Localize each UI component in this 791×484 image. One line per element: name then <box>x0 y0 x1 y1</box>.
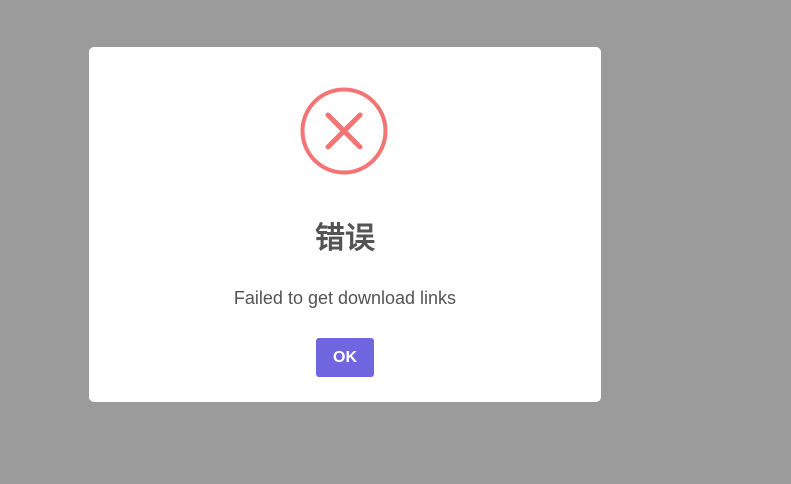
error-dialog: 错误 Failed to get download links OK <box>89 47 601 402</box>
error-x-circle-icon <box>300 87 388 175</box>
ok-button[interactable]: OK <box>316 338 374 377</box>
dialog-message: Failed to get download links <box>233 288 457 308</box>
dialog-title: 错误 <box>315 221 375 256</box>
